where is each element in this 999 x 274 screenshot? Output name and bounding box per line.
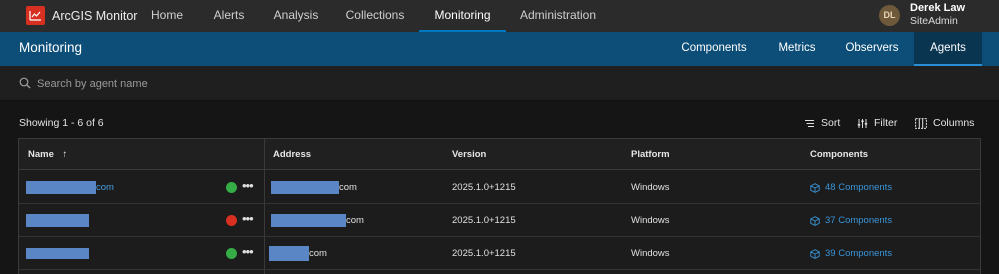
address-suffix: com: [339, 182, 357, 193]
status-ok-icon: [226, 248, 237, 259]
address-suffix: com: [309, 248, 327, 259]
tab-agents[interactable]: Agents: [914, 32, 982, 66]
redacted-name: [26, 248, 89, 259]
status-error-icon: [226, 215, 237, 226]
address-suffix: com: [346, 215, 364, 226]
agent-version: 2025.1.0+1215: [452, 248, 516, 259]
components-count: 39 Components: [825, 248, 893, 259]
filter-icon: [857, 118, 868, 128]
column-header-address[interactable]: Address: [273, 139, 311, 170]
columns-icon: [915, 117, 927, 129]
agent-platform: Windows: [631, 182, 670, 193]
more-horizontal-icon[interactable]: •••: [242, 171, 254, 204]
nav-item-alerts[interactable]: Alerts: [207, 0, 251, 32]
search-icon: [19, 77, 31, 89]
agent-platform: Windows: [631, 248, 670, 259]
tab-observers[interactable]: Observers: [836, 32, 908, 66]
tab-components[interactable]: Components: [668, 32, 760, 66]
column-header-platform[interactable]: Platform: [631, 139, 670, 170]
results-count: Showing 1 - 6 of 6: [19, 117, 104, 129]
status-ok-icon: [226, 182, 237, 193]
redacted-name: [26, 214, 89, 227]
agent-version: 2025.1.0+1215: [452, 182, 516, 193]
redacted-name: [26, 181, 96, 194]
monitor-chart-icon: [26, 6, 45, 25]
sort-ascending-icon: ↑: [62, 149, 68, 160]
agent-name-link[interactable]: [26, 204, 89, 237]
sort-label: Sort: [821, 117, 841, 129]
components-count: 48 Components: [825, 182, 893, 193]
user-name: Derek Law: [910, 2, 966, 14]
agent-name-suffix: com: [96, 182, 114, 193]
nav-item-collections[interactable]: Collections: [340, 0, 410, 32]
section-header: Monitoring Components Metrics Observers …: [0, 32, 999, 66]
search-bar: [0, 66, 999, 101]
table-row[interactable]: ••• com 2025.1.0+1215 Windows 37 Compone…: [19, 204, 980, 237]
nav-item-monitoring[interactable]: Monitoring: [419, 0, 506, 32]
agent-address: com: [269, 237, 327, 270]
filter-button[interactable]: Filter: [857, 114, 897, 132]
top-navigation-bar: ArcGIS Monitor Home Alerts Analysis Coll…: [0, 0, 999, 32]
search-input[interactable]: [37, 74, 637, 94]
avatar: DL: [879, 4, 900, 26]
app-title: ArcGIS Monitor: [52, 8, 138, 23]
agent-platform: Windows: [631, 215, 670, 226]
agent-address: com: [271, 171, 357, 204]
components-link[interactable]: 37 Components: [810, 204, 892, 237]
table-row[interactable]: ••• com 2025.1.0+1215 Windows 39 Compone…: [19, 237, 980, 270]
table-header: Name ↑ Address Version Platform Componen…: [19, 139, 980, 170]
agent-address: com: [271, 204, 364, 237]
tab-metrics[interactable]: Metrics: [767, 32, 827, 66]
user-role: SiteAdmin: [910, 15, 958, 27]
components-count: 37 Components: [825, 215, 893, 226]
sort-icon: [805, 119, 814, 127]
redacted-address: [271, 214, 346, 227]
column-header-components[interactable]: Components: [810, 139, 868, 170]
sort-button[interactable]: Sort: [804, 114, 840, 132]
components-link[interactable]: 39 Components: [810, 237, 892, 270]
agent-name-link[interactable]: [26, 237, 89, 270]
nav-item-home[interactable]: Home: [146, 0, 188, 32]
redacted-address: [271, 181, 339, 194]
cube-icon: [810, 215, 820, 226]
column-header-name[interactable]: Name ↑: [28, 139, 67, 170]
cube-icon: [810, 248, 820, 259]
columns-button[interactable]: Columns: [915, 114, 974, 132]
table-row[interactable]: com ••• com 2025.1.0+1215 Windows 48 Com…: [19, 171, 980, 204]
components-link[interactable]: 48 Components: [810, 171, 892, 204]
column-header-version[interactable]: Version: [452, 139, 486, 170]
user-menu[interactable]: DL Derek Law SiteAdmin: [879, 2, 965, 28]
columns-label: Columns: [933, 117, 975, 129]
nav-item-analysis[interactable]: Analysis: [269, 0, 323, 32]
cube-icon: [810, 182, 820, 193]
more-horizontal-icon[interactable]: •••: [242, 204, 254, 237]
column-name-label: Name: [28, 149, 54, 160]
agent-name-link[interactable]: com: [26, 171, 114, 204]
agent-version: 2025.1.0+1215: [452, 215, 516, 226]
app-brand[interactable]: ArcGIS Monitor: [26, 6, 137, 25]
more-horizontal-icon[interactable]: •••: [242, 237, 254, 270]
redacted-address: [269, 246, 309, 261]
nav-item-administration[interactable]: Administration: [516, 0, 600, 32]
agents-table: Name ↑ Address Version Platform Componen…: [18, 138, 981, 274]
filter-label: Filter: [874, 117, 898, 129]
page-title: Monitoring: [19, 40, 83, 55]
